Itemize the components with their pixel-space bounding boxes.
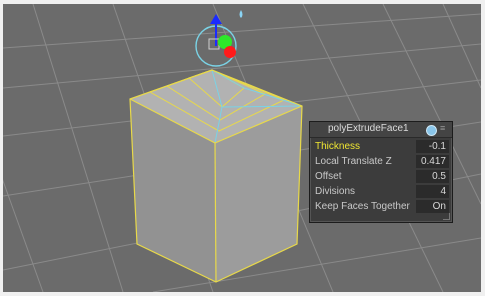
attribute-value-field[interactable]: 0.5 (416, 170, 449, 183)
attribute-row[interactable]: Thickness -0.1 (310, 140, 452, 154)
attribute-value-field[interactable]: 0.417 (416, 155, 449, 168)
attribute-row[interactable]: Keep Faces Together On (310, 200, 452, 214)
resize-grip-icon[interactable] (443, 213, 450, 220)
attribute-label: Local Translate Z (315, 156, 392, 167)
attribute-row[interactable]: Offset 0.5 (310, 170, 452, 184)
menu-icon[interactable]: ≡ (440, 123, 445, 133)
attribute-value-field[interactable]: -0.1 (416, 140, 449, 153)
attribute-label: Offset (315, 171, 342, 182)
attribute-label: Divisions (315, 186, 356, 197)
attribute-row[interactable]: Divisions 4 (310, 185, 452, 199)
attribute-value-field[interactable]: 4 (416, 185, 449, 198)
screenshot: polyExtrudeFace1 ≡ Thickness -0.1 Local Tr… (0, 0, 485, 296)
attribute-row[interactable]: Local Translate Z 0.417 (310, 155, 452, 169)
hud-header: polyExtrudeFace1 ≡ (310, 122, 452, 138)
attribute-label: Thickness (315, 141, 361, 152)
attribute-value-field[interactable]: On (416, 200, 449, 213)
attribute-label: Keep Faces Together (315, 201, 410, 212)
viewport-3d[interactable]: polyExtrudeFace1 ≡ Thickness -0.1 Local Tr… (3, 4, 481, 292)
cube-mesh[interactable] (129, 69, 303, 283)
visibility-icon[interactable] (426, 125, 437, 136)
hud-title: polyExtrudeFace1 (328, 123, 409, 134)
channel-box-hud[interactable]: polyExtrudeFace1 ≡ Thickness -0.1 Local Tr… (309, 121, 453, 223)
